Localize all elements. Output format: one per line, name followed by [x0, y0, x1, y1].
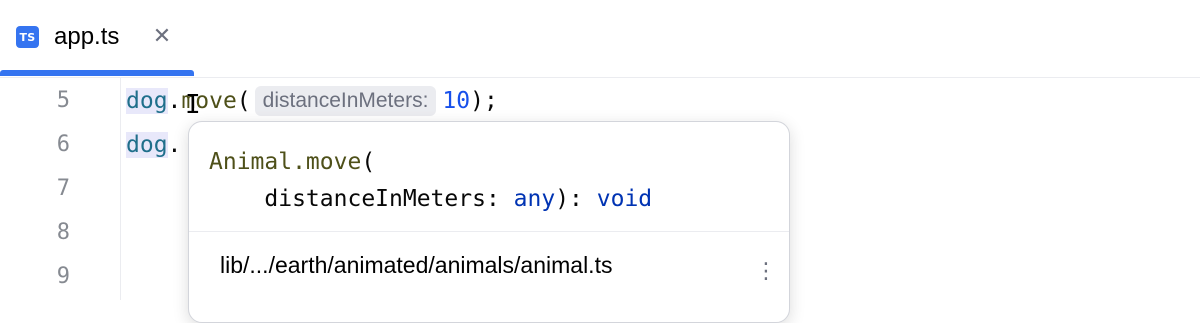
editor-tab-bar: TS app.ts ✕ [0, 0, 1200, 78]
code-number: 10 [442, 88, 471, 114]
function-signature: Animal.move( distanceInMeters: any): voi… [209, 144, 652, 218]
code-punctuation: . [167, 88, 182, 114]
declaration-file-path[interactable]: lib/.../earth/animated/animals/animal.ts [220, 250, 612, 280]
tab-app-ts[interactable]: TS app.ts ✕ [0, 0, 194, 77]
tab-label: app.ts [54, 23, 120, 50]
signature-owner: Animal.move [209, 149, 362, 175]
code-line-5[interactable]: dog.move(distanceInMeters: 10); [126, 84, 498, 118]
signature-return-type: void [596, 186, 653, 212]
code-line-6[interactable]: dog. [126, 128, 181, 162]
popup-divider [189, 231, 789, 232]
active-tab-indicator [0, 70, 194, 76]
text-cursor-icon: I [185, 90, 201, 120]
code-identifier: dog [126, 132, 168, 158]
code-punctuation: ( [236, 88, 251, 114]
code-punctuation: . [167, 132, 182, 158]
signature-punctuation: ( [361, 149, 376, 175]
line-number: 6 [56, 132, 70, 157]
parameter-inlay-hint[interactable]: distanceInMeters: [254, 86, 437, 116]
signature-param-type: any [513, 186, 556, 212]
close-icon[interactable]: ✕ [150, 22, 174, 50]
signature-punctuation: : [485, 186, 514, 212]
code-identifier: dog [126, 88, 168, 114]
typescript-file-icon: TS [16, 26, 39, 48]
line-number: 7 [56, 176, 70, 201]
line-number: 8 [56, 220, 70, 245]
signature-punctuation: ): [555, 186, 597, 212]
line-number: 9 [56, 264, 70, 289]
code-punctuation: ); [470, 88, 498, 114]
signature-param-name: distanceInMeters [209, 186, 486, 212]
more-vertical-icon[interactable]: ⋮ [755, 260, 777, 296]
line-number-gutter: 5 6 7 8 9 [0, 78, 121, 300]
line-number: 5 [56, 88, 70, 113]
quick-documentation-popup[interactable]: Animal.move( distanceInMeters: any): voi… [188, 121, 790, 323]
